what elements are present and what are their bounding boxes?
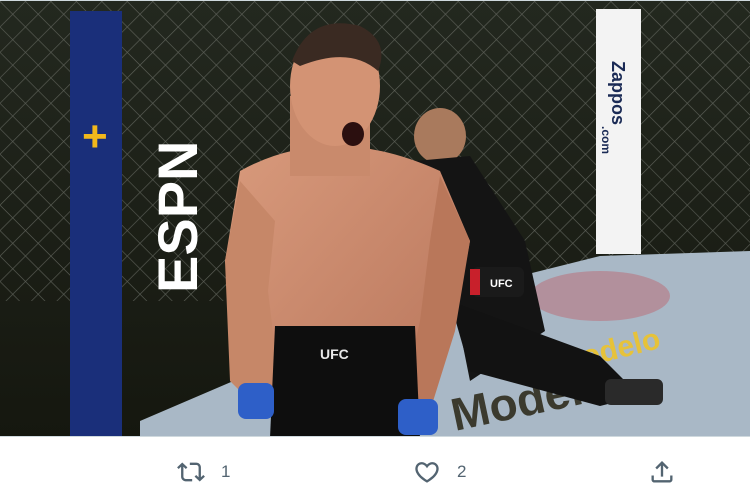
heart-icon xyxy=(415,462,439,483)
glove-ufc-text: UFC xyxy=(490,278,513,290)
blood-stain xyxy=(530,271,670,321)
tweet-action-bar: 1 2 xyxy=(0,440,750,500)
share-button[interactable] xyxy=(648,458,676,486)
like-button[interactable]: 2 xyxy=(413,458,466,486)
retweet-button[interactable]: 1 xyxy=(177,458,230,486)
espn-plus-glyph: + xyxy=(82,112,108,161)
right-glove xyxy=(398,399,438,435)
like-count: 2 xyxy=(457,462,467,481)
fighter-shorts xyxy=(270,326,420,436)
zappos-logo-text: Zappos xyxy=(608,61,628,125)
espn-logo-text: ESPN xyxy=(146,141,209,294)
tweet-media-photo[interactable]: Modelo Modelo Zappos .com + ESPN UFC UFC xyxy=(0,0,750,437)
zappos-sub-text: .com xyxy=(599,126,613,154)
left-glove xyxy=(238,383,274,419)
retweet-icon xyxy=(177,462,205,482)
shorts-ufc-logo: UFC xyxy=(320,346,349,362)
share-icon xyxy=(651,461,673,483)
espn-banner xyxy=(70,11,122,436)
retweet-count: 1 xyxy=(221,462,231,481)
